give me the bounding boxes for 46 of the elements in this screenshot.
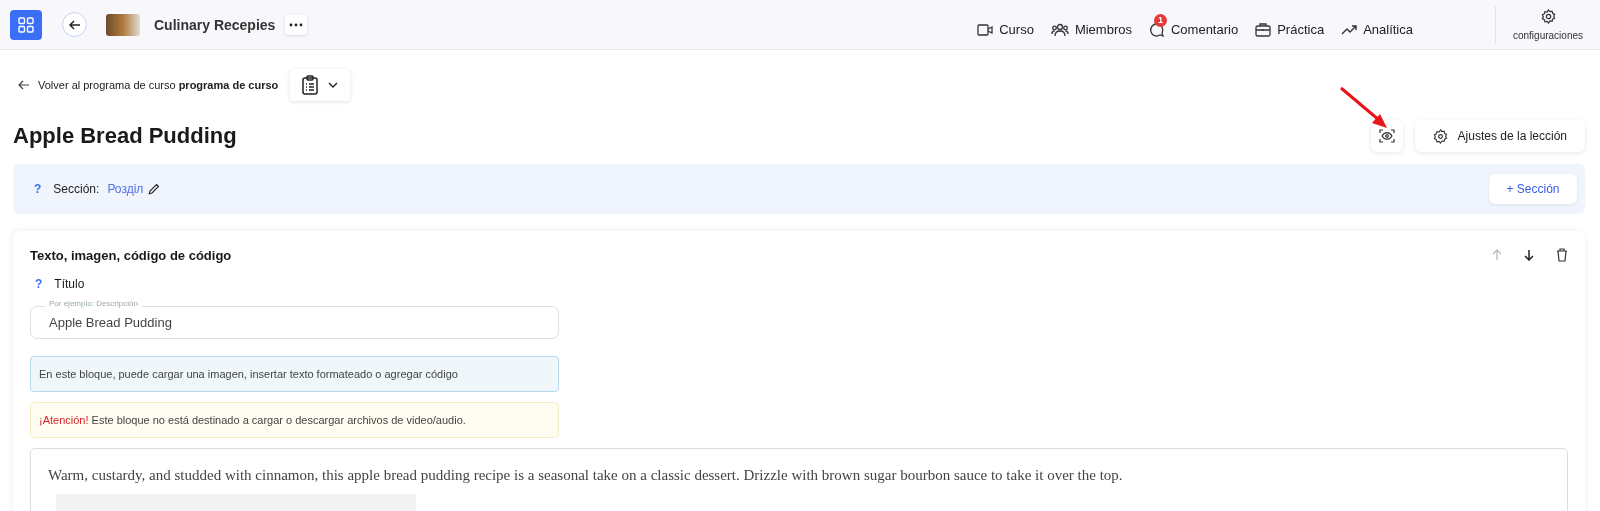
clipboard-list-icon	[302, 75, 319, 95]
grid-icon	[18, 16, 34, 33]
field-label: Título	[54, 277, 85, 291]
info-note: En este bloque, puede cargar una imagen, insertar texto formateado o agregar código	[30, 356, 559, 392]
more-dots-icon	[289, 22, 304, 27]
nav-link[interactable]: Curso	[977, 6, 1034, 43]
eye-icon	[1378, 129, 1395, 143]
settings-button[interactable]: configuraciones	[1496, 8, 1600, 41]
lesson-title: Apple Bread Pudding	[13, 123, 237, 149]
delete-icon[interactable]	[1556, 248, 1568, 262]
apps-grid-button[interactable]	[10, 9, 42, 40]
back-arrow-icon	[18, 80, 30, 90]
section-label: Sección:	[53, 182, 100, 196]
floating-label: Por ejemplo: Descripción	[45, 299, 142, 308]
nav-link[interactable]: Analítica	[1341, 6, 1413, 43]
photo-placeholder	[106, 13, 140, 36]
move-down-icon[interactable]	[1524, 249, 1534, 261]
preview-button[interactable]	[1370, 120, 1403, 152]
nav-link[interactable]: Miembros	[1050, 6, 1132, 43]
notification-badge: 1	[1153, 13, 1167, 27]
pencil-icon[interactable]	[148, 183, 161, 195]
back-button[interactable]	[62, 12, 87, 37]
settings-icon	[1540, 8, 1556, 24]
text-editor[interactable]: Warm, custardy, and studded with cinnamon, this apple bread pudding recipe is a seasonal take on a classic dessert. Drizzle with brown sugar bourbon sauce to take it over the top.	[30, 448, 1568, 511]
course-title: Culinary Recepies	[154, 16, 276, 33]
help-mark[interactable]: ?	[35, 277, 43, 291]
trend-up-icon	[1341, 23, 1358, 36]
back-arrow-icon	[68, 18, 81, 31]
nav-link[interactable]: Práctica	[1255, 6, 1325, 43]
people-icon	[1050, 22, 1069, 37]
add-section-button[interactable]: + Sección	[1489, 174, 1577, 204]
video-camera-icon	[977, 22, 994, 37]
chevron-down-icon	[328, 82, 339, 88]
help-mark[interactable]: ?	[34, 182, 42, 196]
block-title: Texto, imagen, código de código	[30, 247, 232, 263]
warning-note: ¡Atención! Este bloque no está destinado a cargar o descargar archivos de video/audio.	[30, 402, 559, 438]
arrow-annotation	[1338, 86, 1389, 130]
more-button[interactable]	[285, 14, 308, 35]
program-dropdown-button[interactable]	[290, 69, 351, 101]
settings-icon	[1432, 128, 1448, 144]
lesson-settings-button[interactable]: Ajustes de la lección	[1414, 120, 1585, 152]
nav-link[interactable]: 1 Comentario	[1148, 6, 1239, 43]
content-paragraph: Warm, custardy, and studded with cinnamon, this apple bread pudding recipe is a seasonal take on a classic dessert. Drizzle with brown sugar bourbon sauce to take it over the top.	[48, 467, 1124, 484]
chat-bubble-icon	[1148, 21, 1165, 38]
briefcase-icon	[1255, 22, 1272, 37]
section-name-link[interactable]: Розділ	[107, 182, 144, 196]
